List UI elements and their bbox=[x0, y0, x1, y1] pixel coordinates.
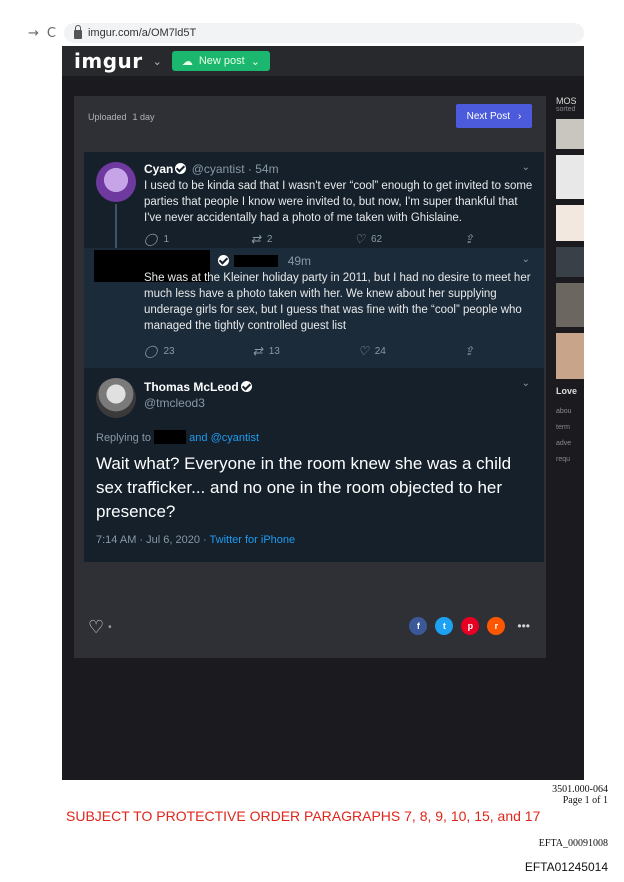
tweet-text: I used to be kinda sad that I wasn't eve… bbox=[144, 180, 533, 224]
address-bar[interactable]: imgur.com/a/OM7ld5T bbox=[63, 23, 584, 43]
like-count: 24 bbox=[374, 345, 386, 357]
sidebar-title: MOS bbox=[556, 96, 577, 106]
facebook-icon[interactable]: f bbox=[409, 617, 428, 635]
author-name: Thomas McLeod bbox=[144, 380, 239, 394]
reply-count: 1 bbox=[163, 233, 169, 245]
exhibit-reference: 3501.000-064 Page 1 of 1 bbox=[552, 784, 608, 806]
retweet-icon: ⇄ bbox=[250, 232, 261, 246]
tweet-screenshot: Cyan @cyantist · 54m ⌄ I used to be kind… bbox=[84, 152, 544, 562]
chevron-down-icon: ⌄ bbox=[521, 254, 530, 265]
avatar bbox=[96, 162, 136, 202]
tweet-source[interactable]: Twitter for iPhone bbox=[210, 534, 296, 546]
tweet-actions: ◯ 23 ⇄ 13 ♡ 24 ⇪ bbox=[144, 344, 474, 358]
page-count: Page 1 of 1 bbox=[562, 795, 608, 806]
reload-icon[interactable]: C bbox=[47, 26, 56, 41]
reply-suffix[interactable]: and @cyantist bbox=[189, 432, 259, 444]
post-header: Uploaded 1 day Next Post › bbox=[74, 96, 546, 138]
sidebar-love: Love bbox=[556, 386, 578, 396]
retweet-count: 2 bbox=[266, 233, 273, 245]
sidebar-link[interactable]: adve bbox=[556, 440, 571, 447]
favorite-icon[interactable]: ♡ bbox=[88, 617, 104, 638]
uploaded-label: Uploaded bbox=[88, 112, 127, 122]
reply-icon: ◯ bbox=[144, 344, 158, 358]
tweet-author: 49m bbox=[216, 254, 311, 268]
new-post-button[interactable]: ☁ New post ⌄ bbox=[171, 51, 270, 71]
tweet-cyan: Cyan @cyantist · 54m ⌄ I used to be kind… bbox=[84, 152, 544, 248]
bates-number: EFTA01245014 bbox=[524, 860, 608, 874]
reply-prefix: Replying to bbox=[96, 432, 152, 444]
tweet-time: 49m bbox=[287, 254, 312, 268]
verified-icon bbox=[175, 163, 187, 174]
chevron-down-icon: ⌄ bbox=[521, 162, 530, 173]
more-icon[interactable]: ••• bbox=[517, 619, 530, 633]
tweet-text: She was at the Kleiner holiday party in … bbox=[144, 272, 531, 332]
avatar bbox=[96, 378, 136, 418]
chevron-down-icon: ⌄ bbox=[521, 378, 530, 389]
verified-icon bbox=[218, 255, 229, 266]
verified-icon bbox=[240, 381, 252, 392]
share-icon: ⇪ bbox=[463, 344, 474, 358]
author-name: Cyan bbox=[144, 162, 174, 176]
redaction-block bbox=[234, 255, 279, 267]
tweet-redacted: 49m ⌄ She was at the Kleiner holiday par… bbox=[84, 248, 544, 368]
chevron-down-icon[interactable]: ⌄ bbox=[153, 55, 162, 68]
sidebar-link[interactable]: term bbox=[556, 424, 570, 431]
imgur-topbar: imgur ⌄ ☁ New post ⌄ bbox=[62, 46, 584, 76]
like-icon: ♡ bbox=[357, 344, 369, 358]
sidebar-link[interactable]: requ bbox=[556, 456, 570, 463]
protective-order-notice: SUBJECT TO PROTECTIVE ORDER PARAGRAPHS 7… bbox=[66, 808, 541, 824]
uploaded-time: 1 day bbox=[132, 112, 155, 122]
next-post-button[interactable]: Next Post › bbox=[456, 104, 532, 128]
post-footer: ♡ • f t p r ••• bbox=[74, 596, 546, 658]
next-post-label: Next Post bbox=[466, 110, 510, 122]
replying-to: Replying to and @cyantist bbox=[96, 430, 259, 444]
bates-number: EFTA_00091008 bbox=[538, 838, 608, 849]
thumbnail[interactable] bbox=[556, 247, 584, 277]
thumbnail[interactable] bbox=[556, 333, 584, 379]
imgur-logo[interactable]: imgur bbox=[74, 49, 143, 73]
author-handle: @tmcleod3 bbox=[144, 396, 205, 410]
thumbnail[interactable] bbox=[556, 205, 584, 241]
like-count: 62 bbox=[370, 233, 383, 245]
url-text: imgur.com/a/OM7ld5T bbox=[87, 27, 197, 39]
tweet-timestamp: 7:14 AM · Jul 6, 2020 · bbox=[96, 534, 210, 546]
redaction-block bbox=[154, 430, 187, 444]
sidebar: MOS sorted bbox=[556, 96, 584, 476]
new-post-label: New post bbox=[198, 55, 245, 67]
thread-line bbox=[115, 204, 117, 248]
lock-icon bbox=[73, 25, 82, 39]
tweet-thomas: Thomas McLeod @tmcleod3 ⌄ Replying to an… bbox=[84, 368, 544, 562]
post-card: Uploaded 1 day Next Post › Cyan @cyantis… bbox=[74, 96, 546, 658]
author-handle: @cyantist · 54m bbox=[191, 162, 279, 176]
pinterest-icon[interactable]: p bbox=[461, 617, 480, 635]
share-bar: f t p r ••• bbox=[409, 617, 530, 635]
chevron-down-icon: ⌄ bbox=[250, 55, 260, 68]
thumbnail[interactable] bbox=[556, 155, 584, 199]
tweet-meta: 7:14 AM · Jul 6, 2020 · Twitter for iPho… bbox=[96, 534, 295, 546]
retweet-icon: ⇄ bbox=[252, 344, 263, 358]
reply-icon: ◯ bbox=[144, 232, 158, 246]
add-icon[interactable]: • bbox=[108, 622, 112, 633]
tweet-text: Wait what? Everyone in the room knew she… bbox=[96, 454, 512, 521]
chevron-right-icon: › bbox=[518, 110, 522, 122]
tweet-author: Thomas McLeod bbox=[144, 380, 254, 394]
twitter-icon[interactable]: t bbox=[435, 617, 454, 635]
tweet-author: Cyan @cyantist · 54m bbox=[144, 162, 279, 176]
upload-cloud-icon: ☁ bbox=[181, 55, 193, 68]
tweet-actions: ◯ 1 ⇄ 2 ♡ 62 ⇪ bbox=[144, 232, 474, 246]
browser-toolbar: → C imgur.com/a/OM7ld5T bbox=[28, 20, 584, 46]
like-icon: ♡ bbox=[354, 232, 365, 246]
forward-icon[interactable]: → bbox=[28, 26, 39, 41]
reply-count: 23 bbox=[163, 345, 175, 357]
share-icon: ⇪ bbox=[463, 232, 474, 246]
sidebar-link[interactable]: abou bbox=[556, 408, 572, 415]
thumbnail[interactable] bbox=[556, 119, 584, 149]
retweet-count: 13 bbox=[268, 345, 280, 357]
imgur-page: imgur ⌄ ☁ New post ⌄ Uploaded 1 day Next… bbox=[62, 46, 584, 780]
reddit-icon[interactable]: r bbox=[487, 617, 506, 635]
thumbnail[interactable] bbox=[556, 283, 584, 327]
exhibit-number: 3501.000-064 bbox=[552, 784, 608, 795]
sidebar-subtitle: sorted bbox=[556, 106, 576, 113]
